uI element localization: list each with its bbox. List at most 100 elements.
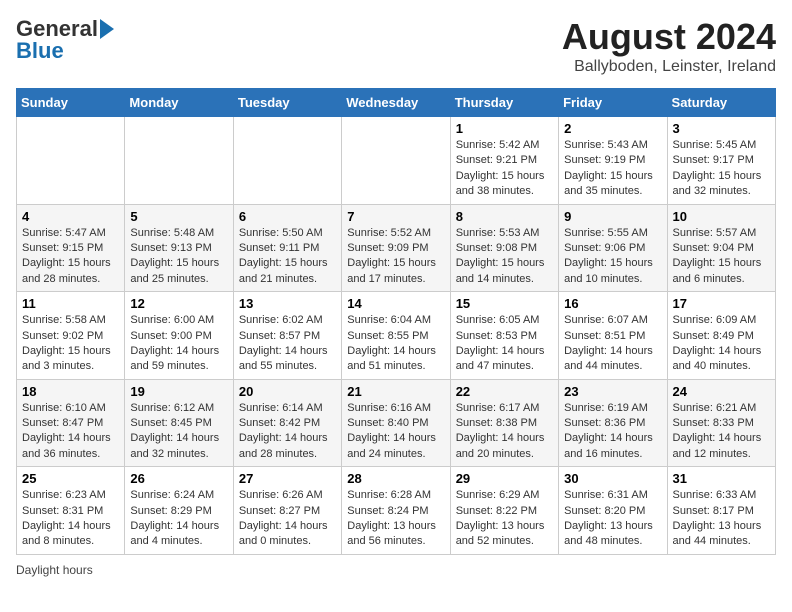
- calendar-cell: 9 Sunrise: 5:55 AM Sunset: 9:06 PM Daylig…: [559, 204, 667, 292]
- day-info: Sunrise: 6:04 AM Sunset: 8:55 PM Dayligh…: [347, 313, 444, 375]
- calendar-cell: 22Sunrise: 6:17 AM Sunset: 8:38 PM Dayli…: [450, 379, 558, 467]
- title-block: August 2024 Ballyboden, Leinster, Irelan…: [562, 16, 776, 76]
- day-number: 2: [564, 121, 661, 136]
- day-info: Sunrise: 6:12 AM Sunset: 8:45 PM Dayligh…: [130, 401, 227, 463]
- day-info: Sunrise: 6:31 AM Sunset: 8:20 PM Dayligh…: [564, 488, 661, 550]
- day-number: 18: [22, 384, 119, 399]
- day-number: 7: [347, 209, 444, 224]
- calendar-cell: [342, 117, 450, 205]
- logo: General Blue: [16, 16, 114, 64]
- day-number: 1: [456, 121, 553, 136]
- footer-note: Daylight hours: [16, 563, 776, 577]
- calendar-cell: 2 Sunrise: 5:43 AM Sunset: 9:19 PM Daylig…: [559, 117, 667, 205]
- calendar-cell: 25 Sunrise: 6:23 AM Sunset: 8:31 PM Dayli…: [17, 467, 125, 555]
- calendar-cell: 5 Sunrise: 5:48 AM Sunset: 9:13 PM Daylig…: [125, 204, 233, 292]
- day-number: 19: [130, 384, 227, 399]
- day-number: 29: [456, 471, 553, 486]
- day-info: Sunrise: 5:47 AM Sunset: 9:15 PM Dayligh…: [22, 226, 119, 288]
- calendar-day-header: Wednesday: [342, 89, 450, 117]
- calendar-cell: 29 Sunrise: 6:29 AM Sunset: 8:22 PM Dayli…: [450, 467, 558, 555]
- calendar-cell: 15 Sunrise: 6:05 AM Sunset: 8:53 PM Dayli…: [450, 292, 558, 380]
- day-number: 30: [564, 471, 661, 486]
- day-info: Sunrise: 6:14 AM Sunset: 8:42 PM Dayligh…: [239, 401, 336, 463]
- page-subtitle: Ballyboden, Leinster, Ireland: [562, 58, 776, 76]
- calendar-cell: 20 Sunrise: 6:14 AM Sunset: 8:42 PM Dayli…: [233, 379, 341, 467]
- day-number: 17: [673, 296, 770, 311]
- day-number: 25: [22, 471, 119, 486]
- day-number: 23: [564, 384, 661, 399]
- calendar-day-header: Thursday: [450, 89, 558, 117]
- calendar-cell: [17, 117, 125, 205]
- calendar-cell: 23Sunrise: 6:19 AM Sunset: 8:36 PM Dayli…: [559, 379, 667, 467]
- day-info: Sunrise: 6:07 AM Sunset: 8:51 PM Dayligh…: [564, 313, 661, 375]
- calendar-cell: 27 Sunrise: 6:26 AM Sunset: 8:27 PM Dayli…: [233, 467, 341, 555]
- page-title: August 2024: [562, 16, 776, 58]
- day-info: Sunrise: 5:52 AM Sunset: 9:09 PM Dayligh…: [347, 226, 444, 288]
- day-info: Sunrise: 5:45 AM Sunset: 9:17 PM Dayligh…: [673, 138, 770, 200]
- day-info: Sunrise: 6:09 AM Sunset: 8:49 PM Dayligh…: [673, 313, 770, 375]
- calendar-cell: 3 Sunrise: 5:45 AM Sunset: 9:17 PM Daylig…: [667, 117, 775, 205]
- calendar-cell: 17 Sunrise: 6:09 AM Sunset: 8:49 PM Dayli…: [667, 292, 775, 380]
- calendar-cell: 4 Sunrise: 5:47 AM Sunset: 9:15 PM Daylig…: [17, 204, 125, 292]
- day-info: Sunrise: 5:48 AM Sunset: 9:13 PM Dayligh…: [130, 226, 227, 288]
- day-info: Sunrise: 6:24 AM Sunset: 8:29 PM Dayligh…: [130, 488, 227, 550]
- calendar-cell: 8 Sunrise: 5:53 AM Sunset: 9:08 PM Daylig…: [450, 204, 558, 292]
- day-number: 28: [347, 471, 444, 486]
- day-number: 13: [239, 296, 336, 311]
- calendar-cell: 6 Sunrise: 5:50 AM Sunset: 9:11 PM Daylig…: [233, 204, 341, 292]
- calendar-day-header: Monday: [125, 89, 233, 117]
- day-info: Sunrise: 6:02 AM Sunset: 8:57 PM Dayligh…: [239, 313, 336, 375]
- day-info: Sunrise: 6:23 AM Sunset: 8:31 PM Dayligh…: [22, 488, 119, 550]
- calendar-cell: 1Sunrise: 5:42 AM Sunset: 9:21 PM Daylig…: [450, 117, 558, 205]
- calendar-cell: 14 Sunrise: 6:04 AM Sunset: 8:55 PM Dayli…: [342, 292, 450, 380]
- calendar-cell: [125, 117, 233, 205]
- day-number: 14: [347, 296, 444, 311]
- calendar-cell: 21Sunrise: 6:16 AM Sunset: 8:40 PM Dayli…: [342, 379, 450, 467]
- day-info: Sunrise: 6:00 AM Sunset: 9:00 PM Dayligh…: [130, 313, 227, 375]
- day-info: Sunrise: 6:05 AM Sunset: 8:53 PM Dayligh…: [456, 313, 553, 375]
- calendar-cell: 11Sunrise: 5:58 AM Sunset: 9:02 PM Dayli…: [17, 292, 125, 380]
- page-header: General Blue August 2024 Ballyboden, Lei…: [16, 16, 776, 76]
- day-info: Sunrise: 6:29 AM Sunset: 8:22 PM Dayligh…: [456, 488, 553, 550]
- day-number: 24: [673, 384, 770, 399]
- day-number: 15: [456, 296, 553, 311]
- calendar-table: SundayMondayTuesdayWednesdayThursdayFrid…: [16, 88, 776, 555]
- calendar-cell: 19 Sunrise: 6:12 AM Sunset: 8:45 PM Dayli…: [125, 379, 233, 467]
- day-number: 8: [456, 209, 553, 224]
- calendar-cell: 31 Sunrise: 6:33 AM Sunset: 8:17 PM Dayli…: [667, 467, 775, 555]
- day-info: Sunrise: 6:17 AM Sunset: 8:38 PM Dayligh…: [456, 401, 553, 463]
- calendar-week-row: 25 Sunrise: 6:23 AM Sunset: 8:31 PM Dayli…: [17, 467, 776, 555]
- calendar-cell: 12Sunrise: 6:00 AM Sunset: 9:00 PM Dayli…: [125, 292, 233, 380]
- day-info: Sunrise: 5:55 AM Sunset: 9:06 PM Dayligh…: [564, 226, 661, 288]
- day-number: 4: [22, 209, 119, 224]
- day-info: Sunrise: 5:58 AM Sunset: 9:02 PM Dayligh…: [22, 313, 119, 375]
- day-number: 27: [239, 471, 336, 486]
- day-number: 3: [673, 121, 770, 136]
- calendar-cell: 26Sunrise: 6:24 AM Sunset: 8:29 PM Dayli…: [125, 467, 233, 555]
- day-info: Sunrise: 5:50 AM Sunset: 9:11 PM Dayligh…: [239, 226, 336, 288]
- calendar-day-header: Sunday: [17, 89, 125, 117]
- day-info: Sunrise: 6:10 AM Sunset: 8:47 PM Dayligh…: [22, 401, 119, 463]
- day-number: 20: [239, 384, 336, 399]
- day-number: 5: [130, 209, 227, 224]
- day-number: 6: [239, 209, 336, 224]
- day-info: Sunrise: 5:53 AM Sunset: 9:08 PM Dayligh…: [456, 226, 553, 288]
- day-number: 31: [673, 471, 770, 486]
- calendar-week-row: 11Sunrise: 5:58 AM Sunset: 9:02 PM Dayli…: [17, 292, 776, 380]
- calendar-cell: 7 Sunrise: 5:52 AM Sunset: 9:09 PM Daylig…: [342, 204, 450, 292]
- calendar-week-row: 1Sunrise: 5:42 AM Sunset: 9:21 PM Daylig…: [17, 117, 776, 205]
- day-info: Sunrise: 6:16 AM Sunset: 8:40 PM Dayligh…: [347, 401, 444, 463]
- day-info: Sunrise: 5:43 AM Sunset: 9:19 PM Dayligh…: [564, 138, 661, 200]
- day-info: Sunrise: 6:33 AM Sunset: 8:17 PM Dayligh…: [673, 488, 770, 550]
- calendar-day-header: Tuesday: [233, 89, 341, 117]
- calendar-header-row: SundayMondayTuesdayWednesdayThursdayFrid…: [17, 89, 776, 117]
- day-number: 16: [564, 296, 661, 311]
- day-info: Sunrise: 5:57 AM Sunset: 9:04 PM Dayligh…: [673, 226, 770, 288]
- calendar-cell: 16 Sunrise: 6:07 AM Sunset: 8:51 PM Dayli…: [559, 292, 667, 380]
- day-number: 9: [564, 209, 661, 224]
- calendar-cell: 28Sunrise: 6:28 AM Sunset: 8:24 PM Dayli…: [342, 467, 450, 555]
- logo-arrow-icon: [100, 19, 114, 39]
- calendar-week-row: 18 Sunrise: 6:10 AM Sunset: 8:47 PM Dayli…: [17, 379, 776, 467]
- calendar-cell: 30 Sunrise: 6:31 AM Sunset: 8:20 PM Dayli…: [559, 467, 667, 555]
- day-info: Sunrise: 6:26 AM Sunset: 8:27 PM Dayligh…: [239, 488, 336, 550]
